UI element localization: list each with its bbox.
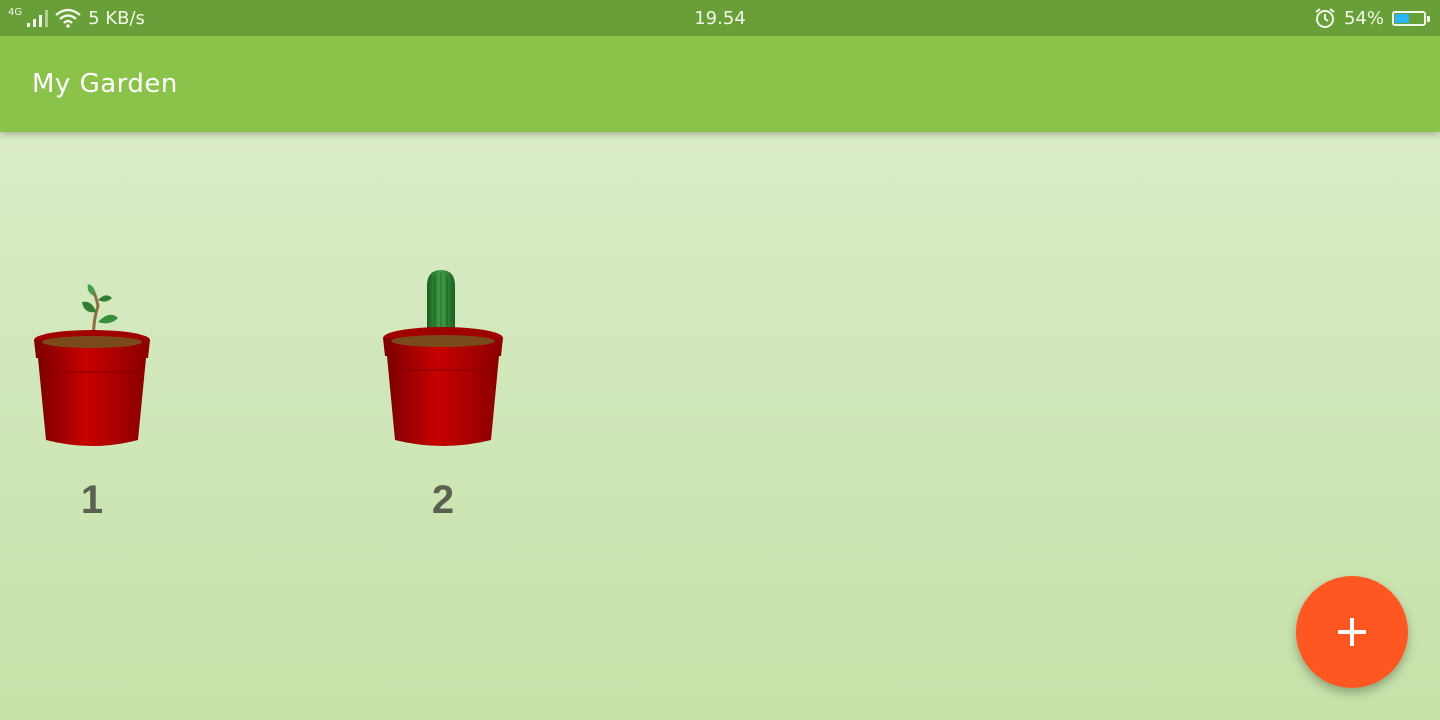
battery-percent: 54% [1343,7,1384,29]
add-plant-button[interactable] [1296,576,1408,688]
plant-pot-2[interactable]: 2 [373,262,513,522]
alarm-icon [1315,8,1335,28]
app-bar: My Garden [0,36,1440,132]
app-title: My Garden [32,69,178,99]
sprout-pot-icon [34,284,150,446]
cactus-pot-icon [383,270,503,446]
status-right-group: 54% [1314,0,1430,36]
plus-icon [1338,618,1366,646]
plant-label-1: 1 [80,478,104,522]
battery-icon [1392,10,1430,26]
status-bar: 4G 5 KB/s 19.54 54% [0,0,1440,36]
battery-level-fill [1395,13,1410,23]
plant-label-2: 2 [431,478,455,522]
plant-pot-1[interactable]: 1 [22,262,162,522]
clock: 19.54 [694,7,746,29]
